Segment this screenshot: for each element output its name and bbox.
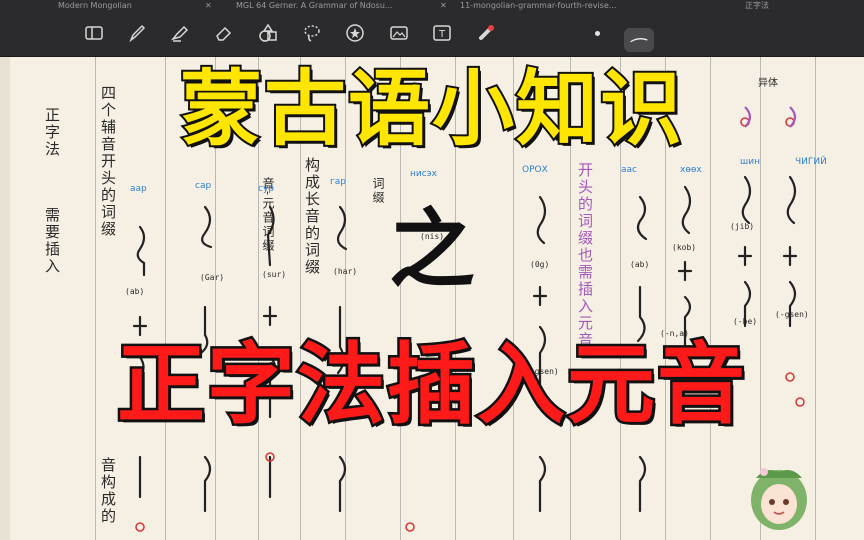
lasso-icon[interactable] [300, 21, 324, 45]
toolbar: T [0, 11, 864, 57]
sidebar-icon[interactable] [82, 21, 106, 45]
title-connector: 之 [389, 200, 475, 300]
stroke-size-dot[interactable] [595, 31, 600, 36]
close-icon[interactable]: ✕ [440, 0, 447, 11]
pen-icon[interactable] [125, 21, 149, 45]
text-icon[interactable]: T [430, 21, 454, 45]
tab-orthography[interactable]: 正字法 [745, 0, 769, 11]
title-main: 蒙古语小知识 [178, 60, 684, 159]
svg-text:T: T [438, 29, 446, 40]
stroke-style-button[interactable] [624, 28, 654, 52]
sticker-icon[interactable] [343, 21, 367, 45]
tab-bar: Modern Mongolian ✕ MGL 64 Gerner. A Gram… [0, 0, 864, 11]
highlighter-icon[interactable] [168, 21, 192, 45]
image-icon[interactable] [387, 21, 411, 45]
eraser-icon[interactable] [212, 21, 236, 45]
tab-mongolian-grammar[interactable]: 11-mongolian-grammar-fourth-revise... [460, 0, 616, 11]
tab-grammar-ndosu[interactable]: MGL 64 Gerner. A Grammar of Ndosu... [236, 0, 393, 11]
tab-modern-mongolian[interactable]: Modern Mongolian [58, 0, 132, 11]
shapes-icon[interactable] [256, 21, 280, 45]
avatar [751, 468, 807, 530]
laser-pointer-icon[interactable] [474, 21, 498, 45]
close-icon[interactable]: ✕ [205, 0, 212, 11]
title-sub: 正字法插入元音 [114, 331, 747, 439]
